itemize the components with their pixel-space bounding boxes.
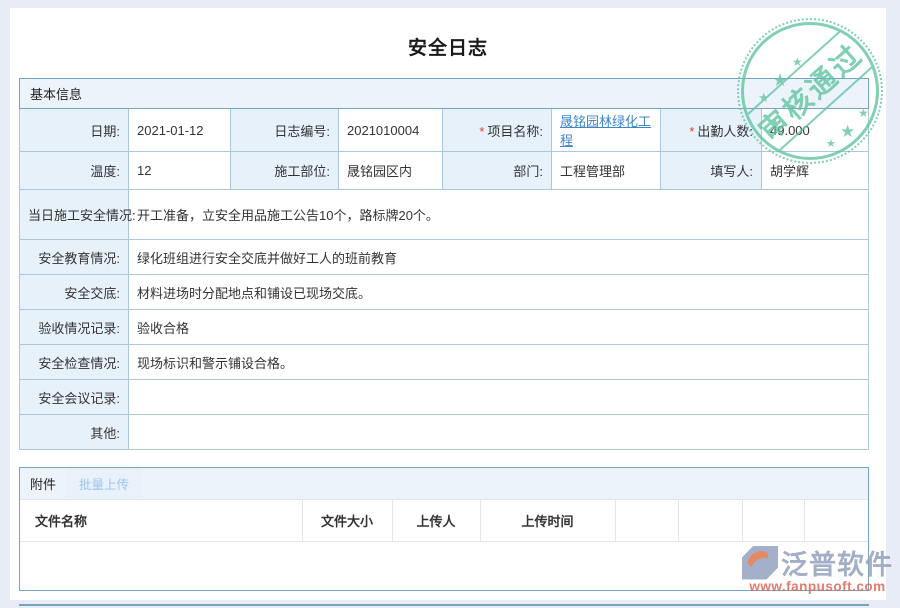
required-marker: * [479,124,484,139]
col-header-file-name: 文件名称 [20,500,302,542]
col-header-empty [742,500,804,542]
page-title: 安全日志 [10,33,886,60]
col-header-file-size: 文件大小 [302,500,392,542]
required-marker: * [689,124,694,139]
field-label-attendance: *出勤人数: [661,109,762,152]
detail-row-safety-briefing: 安全交底: 材料进场时分配地点和铺设已现场交底。 [20,275,869,310]
batch-upload-button[interactable]: 批量上传 [66,468,142,499]
field-value-date: 2021-01-12 [129,109,231,152]
field-value-department: 工程管理部 [552,152,661,190]
brand-row: 泛普软件 [742,543,893,582]
field-value: 现场标识和警示铺设合格。 [129,345,869,380]
field-label: 安全会议记录: [20,380,129,415]
brand-name: 泛普软件 [781,543,893,582]
field-value: 验收合格 [129,310,869,345]
detail-row-other: 其他: [20,415,869,450]
attachments-empty-body [20,542,868,590]
col-header-empty [615,500,678,542]
detail-row-safety-meeting: 安全会议记录: [20,380,869,415]
divider-line [19,604,869,608]
detail-row-safety-inspection: 安全检查情况: 现场标识和警示铺设合格。 [20,345,869,380]
field-value: 开工准备，立安全用品施工公告10个，路标牌20个。 [129,190,869,240]
fanpu-logo-icon [742,546,778,580]
field-value: 绿化班组进行安全交底并做好工人的班前教育 [129,240,869,275]
attachments-title: 附件 [30,474,56,493]
col-header-empty [678,500,742,542]
field-value-filled-by: 胡学辉 [762,152,869,190]
attachments-header-row: 文件名称 文件大小 上传人 上传时间 [20,500,868,542]
brand-logo: 泛普软件 www.fanpusoft.com [742,543,893,594]
table-row: 日期: 2021-01-12 日志编号: 2021010004 *项目名称: 晟… [20,109,869,152]
section-title: 基本信息 [20,79,869,109]
field-value-temperature: 12 [129,152,231,190]
field-label-project-name: *项目名称: [443,109,552,152]
col-header-upload-time: 上传时间 [480,500,615,542]
project-name-link[interactable]: 晟铭园林绿化工程 [560,114,651,148]
attachments-table: 文件名称 文件大小 上传人 上传时间 [20,499,868,590]
attachments-header: 附件 批量上传 [20,468,868,499]
detail-row-acceptance-record: 验收情况记录: 验收合格 [20,310,869,345]
field-value [129,415,869,450]
col-header-uploader: 上传人 [392,500,480,542]
field-label: 安全检查情况: [20,345,129,380]
field-value-project-name: 晟铭园林绿化工程 [552,109,661,152]
field-value: 材料进场时分配地点和铺设已现场交底。 [129,275,869,310]
detail-row-daily-safety: 当日施工安全情况: 开工准备，立安全用品施工公告10个，路标牌20个。 [20,190,869,240]
field-label-temperature: 温度: [20,152,129,190]
detail-row-safety-education: 安全教育情况: 绿化班组进行安全交底并做好工人的班前教育 [20,240,869,275]
field-label: 当日施工安全情况: [20,190,129,240]
field-label-date: 日期: [20,109,129,152]
field-label-filled-by: 填写人: [661,152,762,190]
brand-url: www.fanpusoft.com [742,579,893,594]
field-label-department: 部门: [443,152,552,190]
basic-info-table: 基本信息 日期: 2021-01-12 日志编号: 2021010004 *项目… [19,78,869,450]
field-value [129,380,869,415]
field-label: 其他: [20,415,129,450]
field-value-log-number: 2021010004 [339,109,443,152]
field-label: 验收情况记录: [20,310,129,345]
field-label: 安全交底: [20,275,129,310]
field-label-construction-location: 施工部位: [231,152,339,190]
field-value-attendance: 49.000 [762,109,869,152]
field-label-log-number: 日志编号: [231,109,339,152]
section-header-basic-info: 基本信息 [20,79,869,109]
field-label: 安全教育情况: [20,240,129,275]
col-header-empty [804,500,868,542]
table-row: 温度: 12 施工部位: 晟铭园区内 部门: 工程管理部 填写人: 胡学辉 [20,152,869,190]
page-content: 安全日志 基本信息 日期: 2021-01-12 日志编号: 202101000… [10,8,886,600]
field-value-construction-location: 晟铭园区内 [339,152,443,190]
attachments-empty-row [20,542,868,590]
